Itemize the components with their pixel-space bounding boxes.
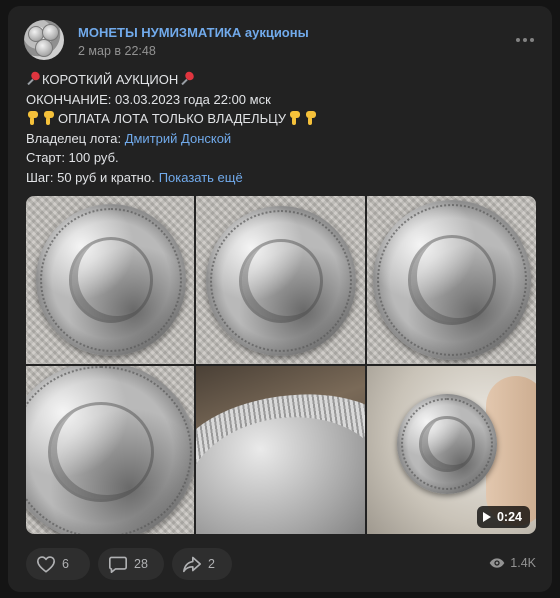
comment-count: 28 xyxy=(134,557,148,571)
thumbs-down-icon xyxy=(288,111,302,125)
comment-button[interactable]: 28 xyxy=(98,548,164,580)
share-icon xyxy=(183,556,201,573)
show-more-link[interactable]: Показать ещё xyxy=(159,170,243,185)
coin-photo-1[interactable] xyxy=(26,196,194,364)
text-line-start: Старт: 100 руб. xyxy=(26,150,119,165)
more-options-icon[interactable] xyxy=(516,33,534,47)
post-header: МОНЕТЫ НУМИЗМАТИКА аукционы 2 мар в 22:4… xyxy=(24,20,536,64)
thumbs-down-icon xyxy=(304,111,318,125)
step-text: Шаг: 50 руб и кратно. xyxy=(26,169,155,185)
text-line-auction: КОРОТКИЙ АУКЦИОН xyxy=(26,69,536,90)
media-grid: 0:24 xyxy=(26,196,536,534)
post-card: МОНЕТЫ НУМИЗМАТИКА аукционы 2 мар в 22:4… xyxy=(8,6,552,592)
share-button[interactable]: 2 xyxy=(172,548,232,580)
payment-text: ОПЛАТА ЛОТА ТОЛЬКО ВЛАДЕЛЬЦУ xyxy=(58,111,286,126)
post-text: КОРОТКИЙ АУКЦИОН ОКОНЧАНИЕ: 03.03.2023 г… xyxy=(26,69,536,188)
pushpin-icon xyxy=(26,69,42,86)
thumbs-down-icon xyxy=(42,111,56,125)
post-actions: 6 28 2 1.4K xyxy=(26,548,536,580)
text-line-ending: ОКОНЧАНИЕ: 03.03.2023 года 22:00 мск xyxy=(26,91,271,107)
eye-icon xyxy=(489,558,505,568)
coin-photo-5[interactable] xyxy=(196,366,365,534)
play-icon xyxy=(482,512,491,522)
coin-photo-2[interactable] xyxy=(196,196,365,364)
text-line-step: Шаг: 50 руб и кратно. Показать ещё xyxy=(26,168,536,188)
video-duration: 0:24 xyxy=(496,510,522,524)
group-name-link[interactable]: МОНЕТЫ НУМИЗМАТИКА аукционы xyxy=(78,25,309,40)
video-duration-badge: 0:24 xyxy=(476,506,530,528)
pushpin-icon xyxy=(180,69,196,86)
like-count: 6 xyxy=(62,557,69,571)
owner-label: Владелец лота: xyxy=(26,130,125,146)
comment-icon xyxy=(109,556,127,573)
coin-photo-3[interactable] xyxy=(367,196,536,364)
heart-icon xyxy=(36,556,55,573)
views-count: 1.4K xyxy=(510,556,536,570)
group-avatar[interactable] xyxy=(24,20,64,60)
share-count: 2 xyxy=(208,557,215,571)
text-line-owner: Владелец лота: Дмитрий Донской xyxy=(26,129,536,149)
owner-link[interactable]: Дмитрий Донской xyxy=(125,131,232,146)
coin-photo-4[interactable] xyxy=(26,366,194,534)
coin-avatar-part xyxy=(35,39,53,57)
post-date[interactable]: 2 мар в 22:48 xyxy=(78,44,156,58)
views-counter: 1.4K xyxy=(489,556,536,570)
thumbs-down-icon xyxy=(26,111,40,125)
like-button[interactable]: 6 xyxy=(26,548,90,580)
coin-video[interactable]: 0:24 xyxy=(367,366,536,534)
text-line-payment: ОПЛАТА ЛОТА ТОЛЬКО ВЛАДЕЛЬЦУ xyxy=(26,109,536,129)
auction-title: КОРОТКИЙ АУКЦИОН xyxy=(42,72,179,87)
